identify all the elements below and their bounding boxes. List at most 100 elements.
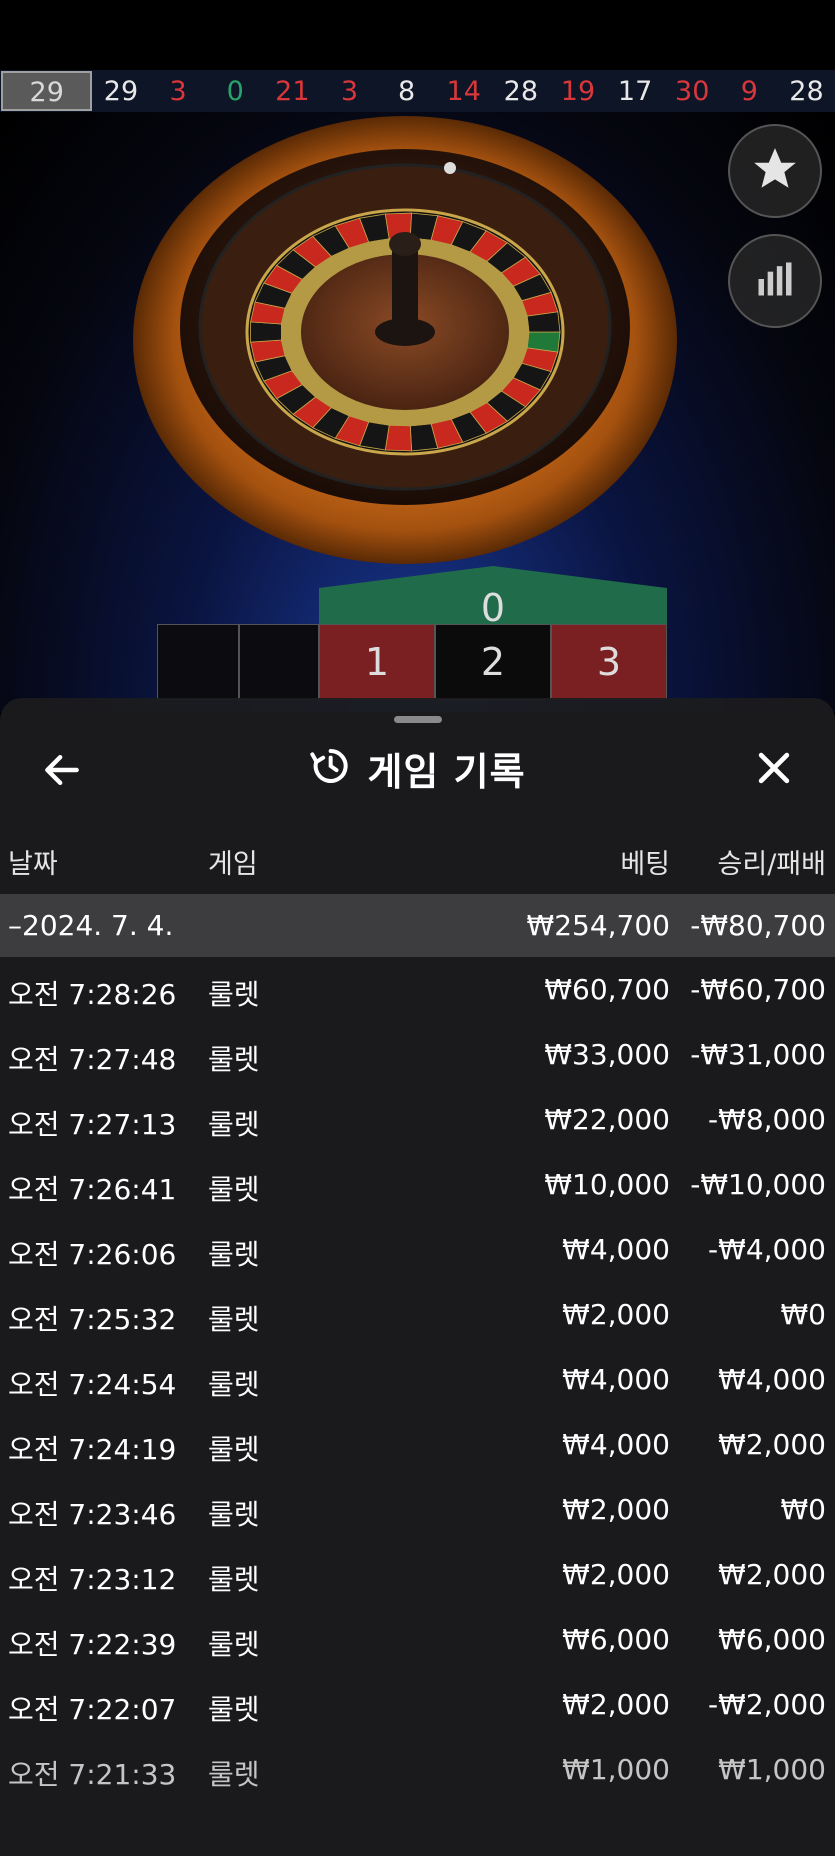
row-result: ₩6,000 [718,1623,826,1656]
row-bet: ₩2,000 [562,1688,670,1721]
row-game: 룰렛 [208,1758,260,1791]
bet-spot-1[interactable]: 1 [319,624,435,700]
row-bet: ₩6,000 [562,1623,670,1656]
bet-spot-1-18[interactable] [157,624,239,700]
header-bet: 베팅 [620,849,670,880]
row-result: ₩0 [780,1493,827,1526]
result-number: 9 [740,75,758,107]
row-result: ₩0 [780,1298,827,1331]
result-number: 28 [503,75,539,107]
row-result: -₩10,000 [690,1168,826,1201]
column-headers: 날짜 게임 베팅 승리/패배 [0,836,835,880]
row-time: 오전 7:21:33 [8,1758,177,1791]
statistics-button[interactable] [728,234,822,328]
row-time: 오전 7:23:12 [8,1563,177,1596]
row-game: 룰렛 [208,1173,260,1206]
row-game: 룰렛 [208,1498,260,1531]
roulette-wheel [130,112,690,572]
bar-chart-icon [753,257,797,305]
row-game: 룰렛 [208,1108,260,1141]
row-bet: ₩2,000 [562,1493,670,1526]
result-number: 30 [675,75,710,107]
result-number: 8 [398,75,416,107]
row-bet: ₩10,000 [544,1168,670,1201]
sheet-header: 게임 기록 [0,728,835,808]
status-bar-area [0,0,835,70]
history-row[interactable]: 오전 7:22:07 룰렛 ₩2,000 -₩2,000 [0,1672,835,1737]
arrow-left-icon [40,754,84,796]
close-icon [752,752,796,794]
history-row[interactable]: 오전 7:21:33 룰렛 ₩1,000 ₩1,000 [0,1737,835,1802]
row-result: -₩60,700 [690,973,826,1006]
row-game: 룰렛 [208,1433,260,1466]
bet-table-row: 1 2 3 [157,624,667,700]
history-row[interactable]: 오전 7:24:54 룰렛 ₩4,000 ₩4,000 [0,1347,835,1412]
row-time: 오전 7:24:19 [8,1433,177,1466]
row-time: 오전 7:24:54 [8,1368,177,1401]
row-result: -₩2,000 [708,1688,826,1721]
bet-spot-1st12[interactable] [239,624,319,700]
history-row[interactable]: 오전 7:25:32 룰렛 ₩2,000 ₩0 [0,1282,835,1347]
recent-results-strip: 29 29 3 0 21 3 8 14 28 19 17 30 9 28 [0,70,835,112]
result-number: 3 [169,75,187,107]
history-row[interactable]: 오전 7:26:06 룰렛 ₩4,000 -₩4,000 [0,1217,835,1282]
result-number: 28 [789,75,824,107]
history-row[interactable]: 오전 7:23:12 룰렛 ₩2,000 ₩2,000 [0,1542,835,1607]
row-time: 오전 7:22:39 [8,1628,177,1661]
history-row[interactable]: 오전 7:28:26 룰렛 ₩60,700 -₩60,700 [0,957,835,1022]
date-group-total-bet: ₩254,700 [526,909,670,942]
row-time: 오전 7:25:32 [8,1303,177,1336]
back-button[interactable] [40,748,84,792]
game-history-sheet: 게임 기록 날짜 게임 베팅 승리/패배 –2024. 7. 4. ₩254,7… [0,698,835,1856]
row-game: 룰렛 [208,978,260,1011]
wheel-pocket [384,424,413,452]
history-row[interactable]: 오전 7:24:19 룰렛 ₩4,000 ₩2,000 [0,1412,835,1477]
favorite-button[interactable] [728,124,822,218]
row-bet: ₩22,000 [544,1103,670,1136]
row-result: ₩2,000 [718,1428,826,1461]
row-time: 오전 7:26:41 [8,1173,177,1206]
header-date: 날짜 [8,849,58,880]
result-number: 0 [226,75,244,107]
result-number: 3 [340,75,359,107]
history-icon [309,746,349,790]
result-number: 21 [275,75,310,107]
history-row[interactable]: 오전 7:26:41 룰렛 ₩10,000 -₩10,000 [0,1152,835,1217]
row-result: ₩1,000 [718,1753,826,1786]
row-result: -₩4,000 [708,1233,826,1266]
bet-spot-2[interactable]: 2 [435,624,551,700]
row-result: ₩2,000 [718,1558,826,1591]
history-row[interactable]: 오전 7:27:13 룰렛 ₩22,000 -₩8,000 [0,1087,835,1152]
row-game: 룰렛 [208,1368,260,1401]
row-bet: ₩33,000 [544,1038,670,1071]
row-time: 오전 7:27:48 [8,1043,177,1076]
row-result: -₩8,000 [708,1103,826,1136]
row-game: 룰렛 [208,1628,260,1661]
bet-spot-3[interactable]: 3 [551,624,667,700]
wheel-pocket [250,321,282,343]
history-row[interactable]: 오전 7:23:46 룰렛 ₩2,000 ₩0 [0,1477,835,1542]
result-number: 14 [446,75,481,107]
drag-handle[interactable] [394,716,442,723]
row-bet: ₩4,000 [562,1233,670,1266]
history-row[interactable]: 오전 7:22:39 룰렛 ₩6,000 ₩6,000 [0,1607,835,1672]
row-time: 오전 7:22:07 [8,1693,177,1726]
row-time: 오전 7:27:13 [8,1108,177,1141]
row-game: 룰렛 [208,1303,260,1336]
row-time: 오전 7:26:06 [8,1238,177,1271]
header-game: 게임 [208,849,258,880]
row-game: 룰렛 [208,1043,260,1076]
row-game: 룰렛 [208,1693,260,1726]
close-button[interactable] [752,746,796,790]
row-bet: ₩1,000 [562,1753,670,1786]
row-bet: ₩60,700 [544,973,670,1006]
date-group-row[interactable]: –2024. 7. 4. ₩254,700 -₩80,700 [0,894,835,957]
result-number: 19 [560,75,596,107]
row-game: 룰렛 [208,1238,260,1271]
row-bet: ₩4,000 [562,1428,670,1461]
history-row[interactable]: 오전 7:27:48 룰렛 ₩33,000 -₩31,000 [0,1022,835,1087]
row-time: 오전 7:23:46 [8,1498,177,1531]
row-result: -₩31,000 [690,1038,826,1071]
row-bet: ₩4,000 [562,1363,670,1396]
sheet-title: 게임 기록 [367,749,526,794]
